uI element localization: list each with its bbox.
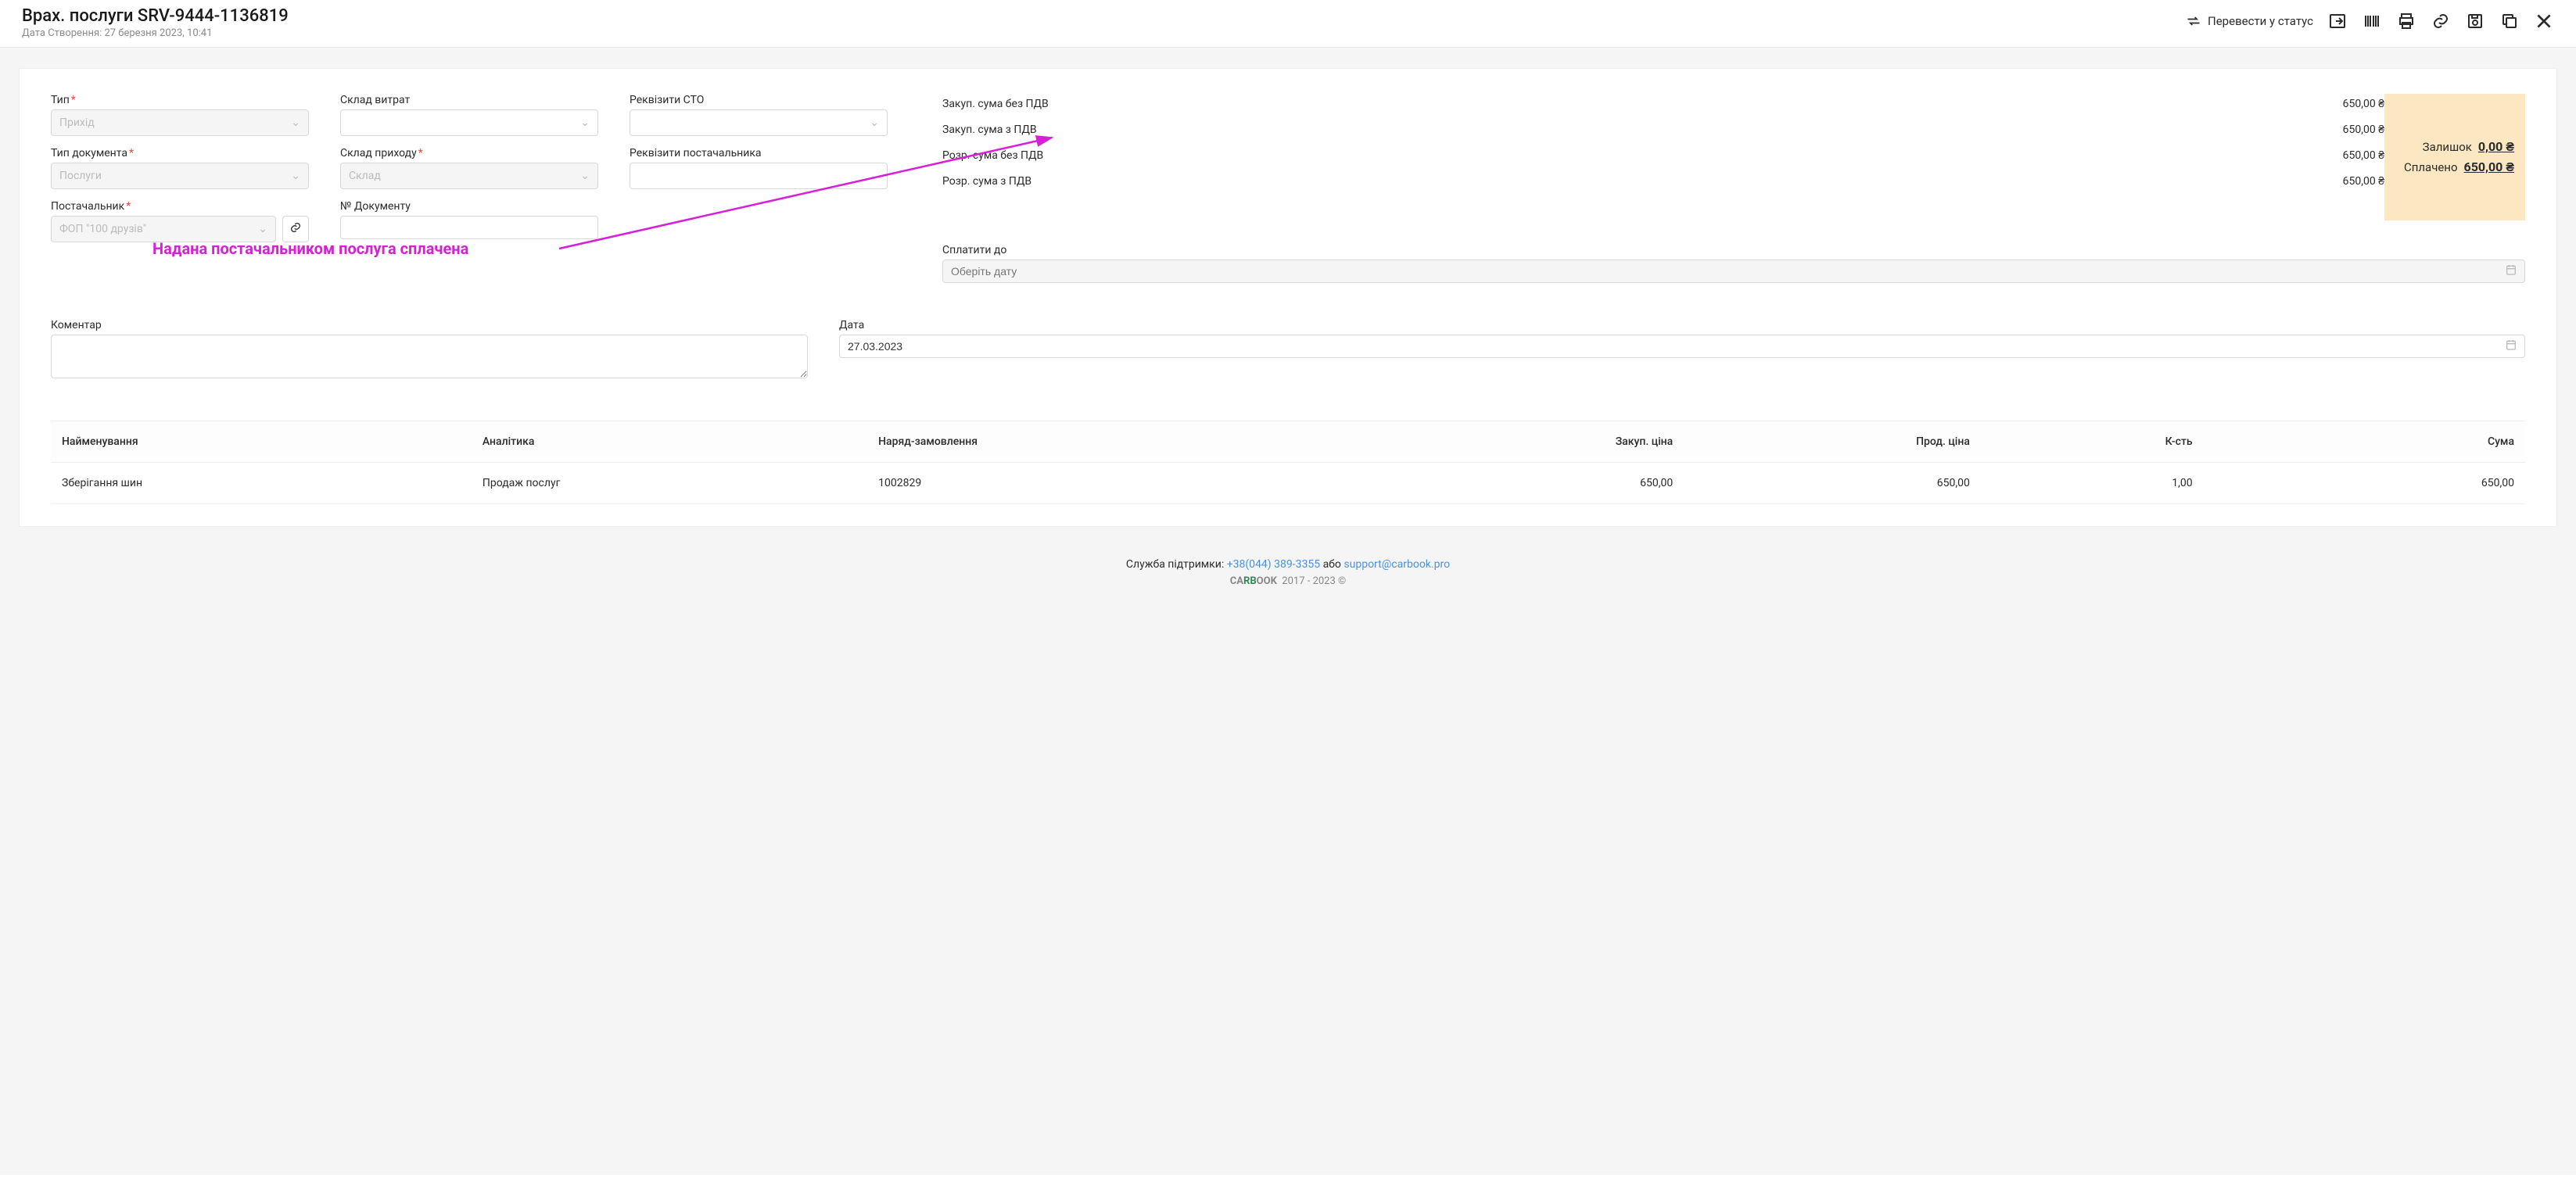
- chevron-down-icon: ⌄: [291, 170, 300, 182]
- supplier-select[interactable]: ФОП "100 друзів" ⌄: [51, 216, 276, 242]
- export-icon[interactable]: [2327, 11, 2348, 31]
- chevron-down-icon: ⌄: [870, 170, 879, 182]
- support-label: Служба підтримки:: [1126, 558, 1224, 571]
- type-select[interactable]: Прихід ⌄: [51, 109, 309, 136]
- chevron-down-icon: ⌄: [580, 170, 590, 182]
- th-sum: Сума: [2204, 421, 2525, 463]
- paid-row: Сплачено 650,00 ₴: [2395, 159, 2514, 175]
- chevron-down-icon: ⌄: [870, 116, 879, 129]
- support-email[interactable]: support@carbook.pro: [1344, 558, 1450, 571]
- page-body: Надана постачальником послуга сплачена Т…: [0, 48, 2576, 1175]
- payment-highlight: Залишок 0,00 ₴ Сплачено 650,00 ₴: [2384, 94, 2525, 220]
- doc-type-select[interactable]: Послуги ⌄: [51, 163, 309, 189]
- supplier-label: Постачальник*: [51, 200, 309, 213]
- support-phone[interactable]: +38(044) 389-3355: [1227, 558, 1320, 571]
- date-label: Дата: [839, 319, 2525, 331]
- doc-no-input[interactable]: [340, 216, 598, 239]
- link-icon: [289, 221, 302, 237]
- doc-type-label: Тип документа*: [51, 147, 309, 159]
- sum-row: Закуп. сума без ПДВ 650,00 ₴: [942, 97, 2384, 110]
- chevron-down-icon: ⌄: [258, 223, 267, 235]
- chevron-down-icon: ⌄: [291, 116, 300, 129]
- td-sell: 650,00: [1684, 463, 1981, 504]
- supplier-req-select[interactable]: ⌄: [630, 163, 888, 189]
- page-title: Врах. послуги SRV-9444-1136819: [22, 6, 289, 26]
- supplier-req-label: Реквізити постачальника: [630, 147, 888, 159]
- main-card: Надана постачальником послуга сплачена Т…: [19, 68, 2557, 527]
- form-col-2: Склад витрат ⌄ Склад приходу* Склад ⌄ № …: [340, 94, 598, 247]
- sum-list: Закуп. сума без ПДВ 650,00 ₴ Закуп. сума…: [942, 94, 2384, 188]
- calendar-icon: [2505, 338, 2517, 354]
- form-col-3: Реквізити СТО ⌄ Реквізити постачальника …: [630, 94, 888, 197]
- type-label: Тип*: [51, 94, 309, 106]
- date-field: Дата: [839, 319, 2525, 358]
- th-analytics: Аналітика: [472, 421, 867, 463]
- th-buy: Закуп. ціна: [1337, 421, 1684, 463]
- pay-by-input[interactable]: [942, 260, 2525, 283]
- td-qty: 1,00: [1981, 463, 2204, 504]
- comment-input[interactable]: [51, 335, 808, 378]
- footer: Служба підтримки: +38(044) 389-3355 або …: [19, 558, 2557, 587]
- save-icon[interactable]: [2465, 11, 2485, 31]
- supplier-link-button[interactable]: [282, 216, 309, 242]
- td-buy: 650,00: [1337, 463, 1684, 504]
- td-analytics: Продаж послуг: [472, 463, 867, 504]
- link-icon[interactable]: [2431, 11, 2451, 31]
- income-wh-select[interactable]: Склад ⌄: [340, 163, 598, 189]
- footer-or: або: [1323, 558, 1341, 571]
- date-input[interactable]: [839, 335, 2525, 358]
- doc-no-label: № Документу: [340, 200, 598, 213]
- swap-icon: [2186, 13, 2201, 29]
- items-table: Найменування Аналітика Наряд-замовлення …: [51, 421, 2525, 504]
- td-name: Зберігання шин: [51, 463, 472, 504]
- page-subtitle: Дата Створення: 27 березня 2023, 10:41: [22, 27, 289, 39]
- calendar-icon: [2505, 263, 2517, 279]
- header-bar: Врах. послуги SRV-9444-1136819 Дата Ство…: [0, 0, 2576, 48]
- th-sell: Прод. ціна: [1684, 421, 1981, 463]
- close-icon[interactable]: [2534, 11, 2554, 31]
- th-name: Найменування: [51, 421, 472, 463]
- form-col-1: Тип* Прихід ⌄ Тип документа* Послуги ⌄ П…: [51, 94, 309, 250]
- barcode-icon[interactable]: [2362, 11, 2382, 31]
- remaining-row: Залишок 0,00 ₴: [2395, 139, 2514, 155]
- income-wh-label: Склад приходу*: [340, 147, 598, 159]
- form-grid: Тип* Прихід ⌄ Тип документа* Послуги ⌄ П…: [51, 94, 2525, 291]
- table-header-row: Найменування Аналітика Наряд-замовлення …: [51, 421, 2525, 463]
- change-status-label: Перевести у статус: [2208, 14, 2313, 28]
- change-status-button[interactable]: Перевести у статус: [2186, 13, 2313, 29]
- sum-row: Розр. сума без ПДВ 650,00 ₴: [942, 149, 2384, 162]
- toolbar: Перевести у статус: [2186, 6, 2554, 31]
- brand-line: CARBOOK 2017 - 2023 ©: [19, 575, 2557, 587]
- th-order: Наряд-замовлення: [867, 421, 1337, 463]
- sum-row: Розр. сума з ПДВ 650,00 ₴: [942, 174, 2384, 188]
- comment-label: Коментар: [51, 319, 808, 331]
- items-table-wrap: Найменування Аналітика Наряд-замовлення …: [51, 421, 2525, 504]
- comment-field: Коментар: [51, 319, 808, 381]
- title-block: Врах. послуги SRV-9444-1136819 Дата Ство…: [22, 6, 289, 39]
- pay-by-label: Сплатити до: [942, 244, 2525, 256]
- chevron-down-icon: ⌄: [580, 116, 590, 129]
- expense-wh-select[interactable]: ⌄: [340, 109, 598, 136]
- sto-req-select[interactable]: ⌄: [630, 109, 888, 136]
- th-qty: К-сть: [1981, 421, 2204, 463]
- td-sum: 650,00: [2204, 463, 2525, 504]
- print-icon[interactable]: [2396, 11, 2416, 31]
- td-order: 1002829: [867, 463, 1337, 504]
- copy-icon[interactable]: [2499, 11, 2520, 31]
- sum-row: Закуп. сума з ПДВ 650,00 ₴: [942, 123, 2384, 136]
- sto-req-label: Реквізити СТО: [630, 94, 888, 106]
- sums-column: Закуп. сума без ПДВ 650,00 ₴ Закуп. сума…: [942, 94, 2525, 291]
- expense-wh-label: Склад витрат: [340, 94, 598, 106]
- comment-date-row: Коментар Дата: [51, 319, 2525, 389]
- table-row[interactable]: Зберігання шин Продаж послуг 1002829 650…: [51, 463, 2525, 504]
